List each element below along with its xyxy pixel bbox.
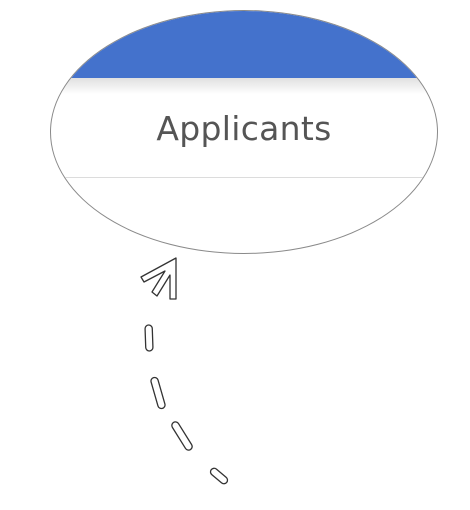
- arrow-dash: [150, 376, 166, 410]
- arrow-dash: [171, 421, 193, 451]
- arrow-dash: [209, 467, 229, 485]
- dashed-curved-arrow-icon: [140, 257, 229, 485]
- callout-stage: Applicants: [0, 0, 470, 510]
- arrow-dash: [144, 324, 154, 352]
- arrow-head: [140, 257, 177, 300]
